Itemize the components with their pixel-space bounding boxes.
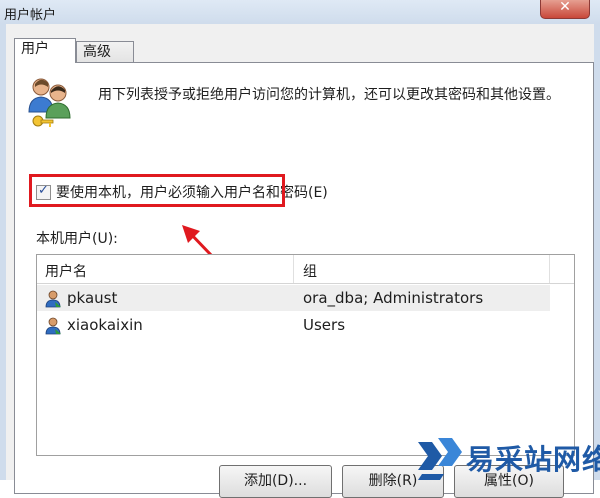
user-icon [44, 317, 62, 339]
user-icon [44, 290, 62, 312]
watermark-logo-icon [418, 438, 462, 480]
users-icon [26, 74, 74, 134]
local-users-caption: 本机用户(U): [36, 231, 118, 247]
window-title: 用户帐户 [4, 8, 57, 23]
close-button[interactable]: ✕ [540, 0, 590, 19]
listview-header: 用户名 组 [37, 255, 574, 284]
column-separator[interactable] [293, 255, 294, 283]
title-bar: 用户帐户 ✕ [0, 0, 600, 25]
column-header-username[interactable]: 用户名 [45, 261, 87, 281]
column-header-group[interactable]: 组 [303, 261, 317, 281]
tab-advanced[interactable]: 高级 [76, 41, 134, 63]
watermark-text: 易采站网络 [466, 443, 600, 476]
row-group: Users [303, 316, 346, 334]
window-frame-right [594, 24, 600, 480]
row-username: xiaokaixin [67, 316, 143, 334]
dialog-client-area: 高级 用户 用下列表授予或拒绝用户访问您的计算机，还可以更改其密码和其他设置。 … [6, 24, 594, 498]
row-group: ora_dba; Administrators [303, 289, 484, 307]
column-separator[interactable] [549, 255, 550, 283]
watermark: 易采站网络 [414, 432, 600, 480]
add-user-button[interactable]: 添加(D)... [219, 465, 332, 498]
row-username: pkaust [67, 289, 118, 307]
dialog-description: 用下列表授予或拒绝用户访问您的计算机，还可以更改其密码和其他设置。 [98, 87, 560, 103]
red-highlight-box [29, 174, 285, 207]
tab-users[interactable]: 用户 [14, 38, 76, 63]
table-row[interactable]: pkaust ora_dba; Administrators [37, 285, 550, 311]
table-row[interactable]: xiaokaixin Users [37, 312, 550, 338]
close-icon: ✕ [559, 0, 571, 15]
users-listview[interactable]: 用户名 组 pkaust ora_dba; Administrators xia… [36, 254, 575, 456]
